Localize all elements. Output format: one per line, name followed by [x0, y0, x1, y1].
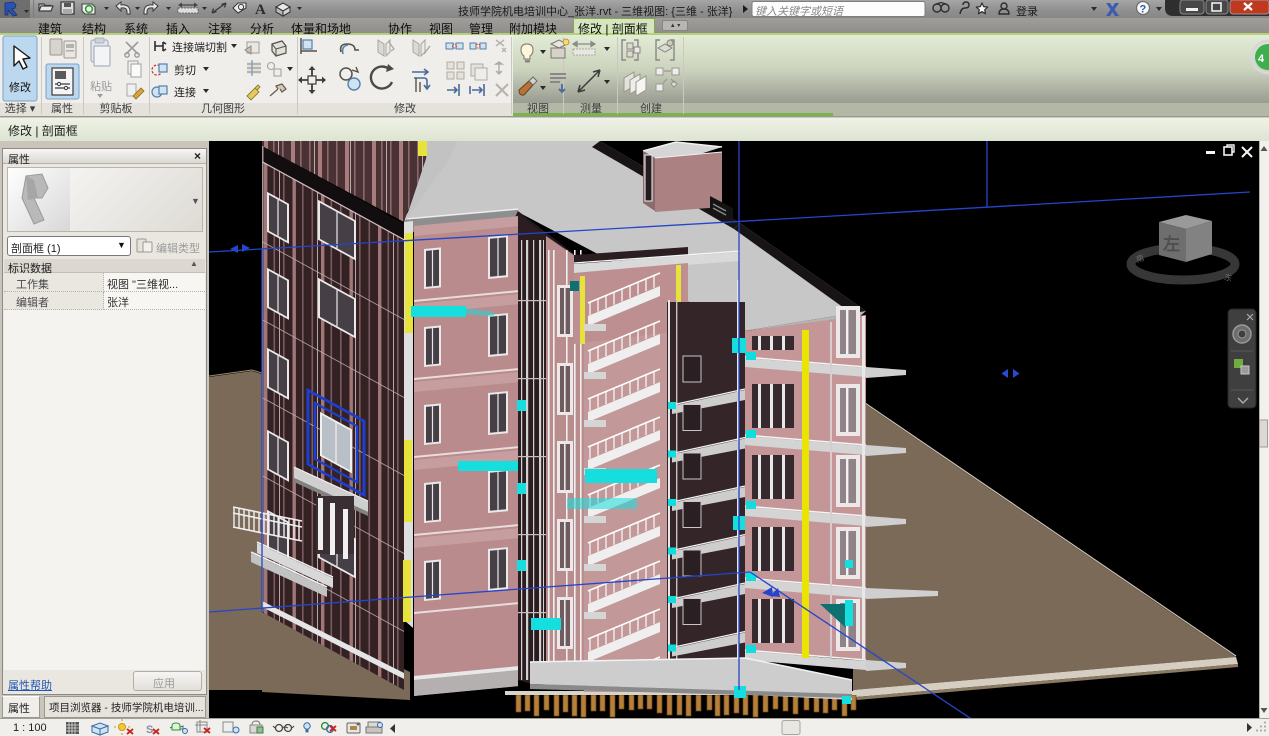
- svg-text:S: S: [146, 724, 153, 736]
- svg-text:4: 4: [1258, 53, 1265, 65]
- svg-text:A: A: [255, 2, 266, 18]
- svg-text:左: 左: [1163, 234, 1180, 254]
- svg-text:?: ?: [1140, 4, 1147, 16]
- svg-text:连接端切割: 连接端切割: [172, 40, 227, 54]
- svg-text:粘贴: 粘贴: [90, 79, 112, 93]
- svg-text:连接: 连接: [174, 86, 196, 99]
- svg-text:剪切: 剪切: [174, 63, 196, 77]
